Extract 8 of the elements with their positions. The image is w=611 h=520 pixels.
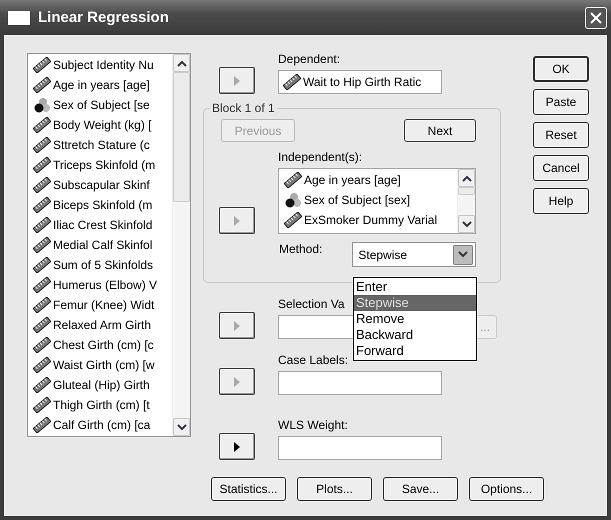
field-label: Independent(s): <box>278 150 362 164</box>
field-label: WLS Weight: <box>278 418 348 432</box>
field-label: Selection Va <box>278 297 344 311</box>
field-label: Dependent: <box>278 52 340 66</box>
field-label: Case Labels: <box>278 353 348 367</box>
window-title: Linear Regression <box>38 9 170 26</box>
field-label: Method: <box>279 242 322 256</box>
group-title: Block 1 of 1 <box>211 101 276 115</box>
